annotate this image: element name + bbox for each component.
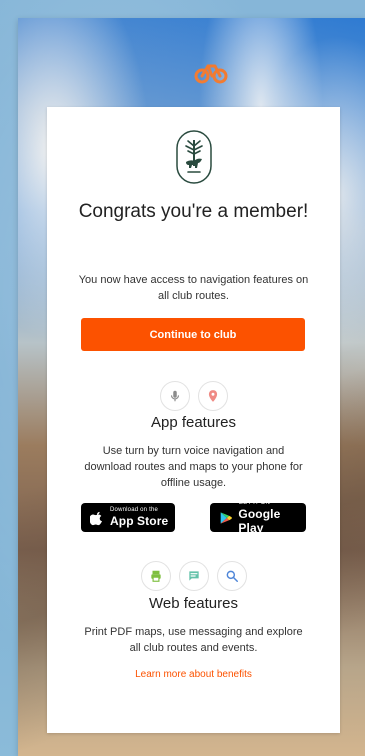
search-icon — [216, 561, 247, 591]
app-features-text: Use turn by turn voice navigation and do… — [84, 445, 303, 489]
google-play-icon — [220, 511, 232, 524]
web-features-icons — [47, 561, 340, 591]
app-store-big-text: App Store — [110, 514, 169, 528]
web-features-title: Web features — [149, 595, 238, 612]
brand-bike-logo-icon — [194, 64, 228, 84]
learn-more-link[interactable]: Learn more about benefits — [47, 669, 340, 680]
club-crest-icon — [176, 130, 212, 184]
app-store-badge[interactable]: Download on the App Store — [81, 503, 175, 532]
google-play-badge[interactable]: GET IT ON Google Play — [210, 500, 306, 535]
continue-to-club-button[interactable]: Continue to club — [81, 318, 305, 351]
microphone-icon — [159, 381, 190, 411]
apple-icon — [90, 511, 103, 525]
google-play-small-text: GET IT ON — [238, 500, 271, 506]
printer-icon — [140, 561, 171, 591]
app-features-title: App features — [150, 414, 237, 431]
web-features-text: Print PDF maps, use messaging and explor… — [84, 626, 303, 654]
app-features-icons — [47, 381, 340, 411]
modal-subtitle: You now have access to navigation featur… — [78, 274, 309, 302]
chat-icon — [178, 561, 209, 591]
google-play-big-text: Google Play — [238, 507, 281, 535]
modal-title: Congrats you're a member! — [78, 201, 309, 222]
location-pin-icon — [197, 381, 228, 411]
membership-success-modal: Congrats you're a member! You now have a… — [47, 107, 340, 733]
app-store-small-text: Download on the — [110, 507, 159, 513]
app-store-badges: Download on the App Store GET IT ON Goog… — [81, 500, 306, 535]
